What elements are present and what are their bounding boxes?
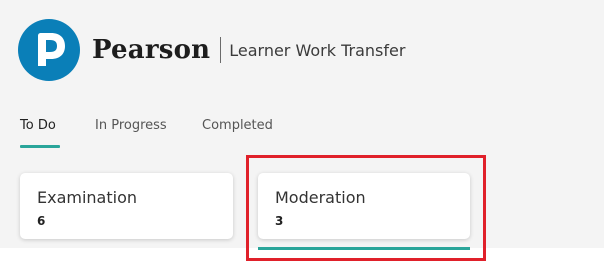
header-divider [220, 37, 222, 63]
card-count: 6 [37, 214, 46, 228]
pearson-logo-icon [18, 19, 80, 81]
brand-name: Pearson [92, 35, 211, 65]
card-title: Moderation [275, 188, 366, 207]
tab-in-progress[interactable]: In Progress [95, 118, 167, 133]
tab-completed[interactable]: Completed [202, 118, 273, 133]
card-count: 3 [275, 214, 284, 228]
app-container: Pearson Learner Work Transfer To Do In P… [0, 0, 604, 248]
app-title: Learner Work Transfer [229, 40, 406, 60]
examination-card[interactable]: Examination 6 [20, 173, 233, 239]
app-header: Pearson Learner Work Transfer [18, 16, 405, 84]
card-title: Examination [37, 188, 138, 207]
selected-card-indicator [258, 247, 470, 250]
tab-to-do[interactable]: To Do [20, 118, 56, 133]
moderation-card[interactable]: Moderation 3 [258, 173, 470, 239]
active-tab-underline [20, 145, 60, 148]
